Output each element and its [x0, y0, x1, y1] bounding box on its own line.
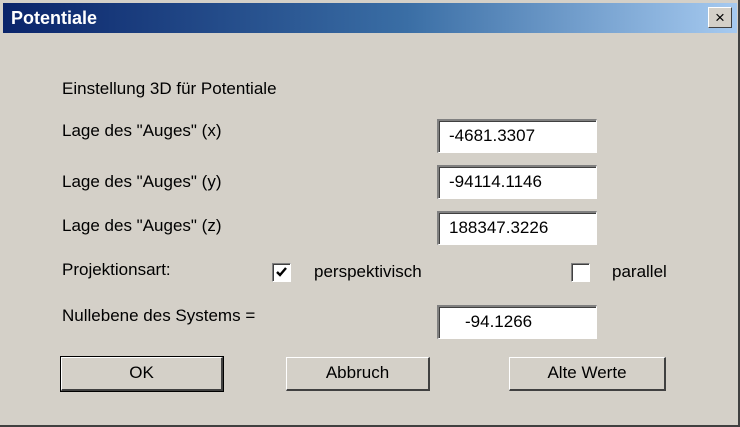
potentiale-dialog: Potentiale × Einstellung 3D für Potentia… — [0, 0, 740, 427]
title-bar[interactable]: Potentiale × — [3, 3, 737, 33]
perspective-checkbox[interactable] — [272, 263, 291, 282]
parallel-checkbox[interactable] — [571, 263, 590, 282]
old-values-button[interactable]: Alte Werte — [509, 357, 666, 391]
settings-heading: Einstellung 3D für Potentiale — [62, 79, 277, 98]
cancel-button[interactable]: Abbruch — [286, 357, 430, 391]
eye-y-input[interactable]: -94114.1146 — [437, 165, 597, 199]
check-icon — [276, 267, 287, 277]
ok-button[interactable]: OK — [60, 356, 224, 392]
zero-plane-label: Nullebene des Systems = — [62, 306, 256, 325]
eye-z-label: Lage des "Auges" (z) — [62, 216, 222, 235]
eye-x-input[interactable]: -4681.3307 — [437, 119, 597, 153]
parallel-label[interactable]: parallel — [612, 262, 667, 282]
projection-label: Projektionsart: — [62, 260, 171, 279]
close-button[interactable]: × — [708, 7, 732, 28]
eye-z-input[interactable]: 188347.3226 — [437, 211, 597, 245]
eye-x-label: Lage des "Auges" (x) — [62, 121, 222, 140]
window-title: Potentiale — [11, 8, 98, 28]
zero-plane-input[interactable]: -94.1266 — [437, 305, 597, 339]
eye-y-label: Lage des "Auges" (y) — [62, 172, 222, 191]
close-icon: × — [715, 8, 725, 27]
perspective-label[interactable]: perspektivisch — [314, 262, 422, 282]
